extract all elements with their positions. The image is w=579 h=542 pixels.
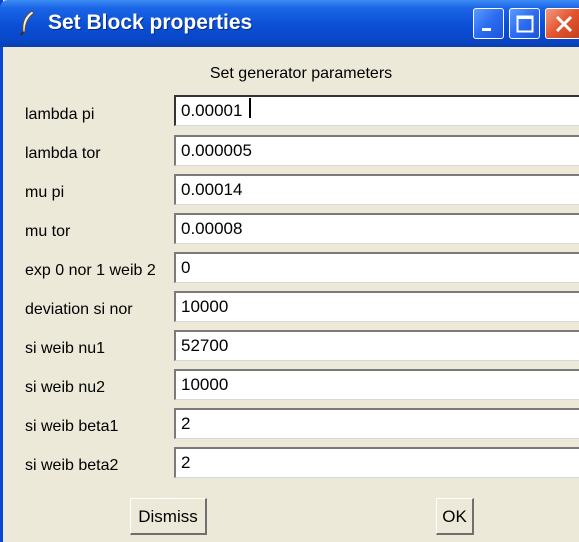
si-weib-beta1-field[interactable] (174, 408, 579, 439)
close-button[interactable] (545, 8, 579, 39)
text-cursor (249, 98, 251, 118)
lambda-pi-field[interactable] (174, 95, 579, 126)
distribution-type-field[interactable] (174, 252, 579, 283)
deviation-si-nor-field[interactable] (174, 291, 579, 322)
label-mu-tor: mu tor (25, 223, 71, 240)
title-bar[interactable]: Set Block properties (0, 0, 579, 47)
dismiss-button[interactable]: Dismiss (130, 498, 207, 535)
label-mu-pi: mu pi (25, 184, 65, 201)
label-si-weib-nu1: si weib nu1 (25, 340, 106, 357)
label-lambda-tor: lambda tor (25, 145, 101, 162)
si-weib-nu1-field[interactable] (174, 330, 579, 361)
feather-icon (18, 10, 38, 36)
dialog-window: Set Block properties Set generator param… (0, 0, 579, 542)
label-lambda-pi: lambda pi (25, 106, 95, 123)
ok-button[interactable]: OK (436, 498, 474, 535)
minimize-button[interactable] (473, 8, 504, 39)
window-title: Set Block properties (48, 11, 253, 34)
label-si-weib-beta1: si weib beta1 (25, 418, 119, 435)
maximize-button[interactable] (509, 8, 540, 39)
mu-tor-field[interactable] (174, 213, 579, 244)
lambda-tor-field[interactable] (174, 135, 579, 166)
dialog-heading: Set generator parameters (209, 65, 393, 82)
label-si-weib-beta2: si weib beta2 (25, 457, 119, 474)
si-weib-nu2-field[interactable] (174, 369, 579, 400)
label-distribution-type: exp 0 nor 1 weib 2 (25, 262, 156, 279)
label-deviation-si-nor: deviation si nor (25, 301, 133, 318)
label-si-weib-nu2: si weib nu2 (25, 379, 106, 396)
si-weib-beta2-field[interactable] (174, 447, 579, 478)
mu-pi-field[interactable] (174, 174, 579, 205)
